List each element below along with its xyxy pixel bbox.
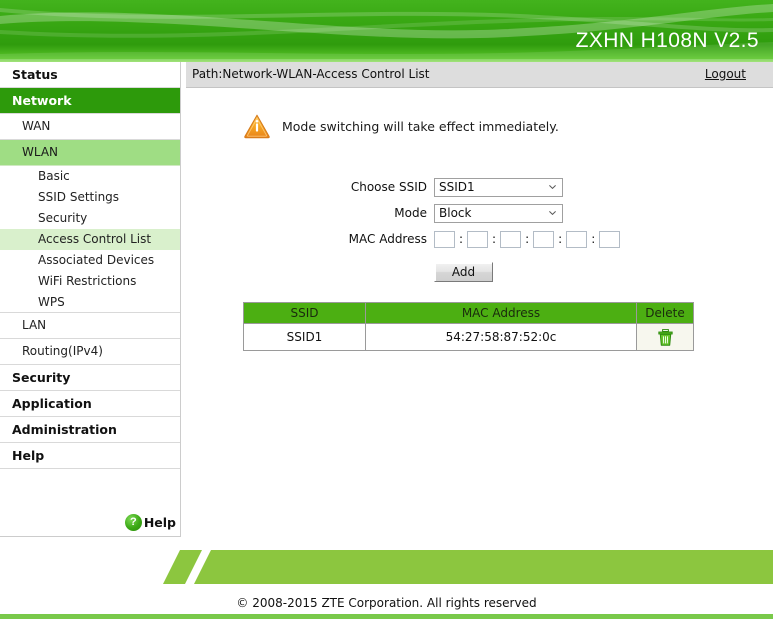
sidebar-item-label: Administration: [12, 422, 117, 437]
column-header-mac: MAC Address: [365, 302, 637, 324]
mode-row: Mode Block: [186, 200, 773, 226]
mac-octet-3[interactable]: [500, 230, 522, 248]
mac-octet-5[interactable]: [566, 230, 588, 248]
cell-mac: 54:27:58:87:52:0c: [365, 323, 637, 351]
help-link-label: Help: [143, 514, 176, 530]
sidebar-item-basic[interactable]: Basic: [0, 166, 180, 187]
choose-ssid-select[interactable]: SSID1: [434, 177, 563, 197]
sidebar-item-label: WLAN: [22, 145, 59, 159]
sidebar-item-network[interactable]: Network: [0, 88, 180, 114]
notice-banner: Mode switching will take effect immediat…: [243, 112, 559, 140]
sidebar-item-lan[interactable]: LAN: [0, 313, 180, 339]
product-title: ZXHN H108N V2.5: [575, 29, 759, 52]
sidebar-item-label: Status: [12, 67, 58, 82]
sidebar-item-label: Access Control List: [38, 232, 152, 246]
footer-band-decoration: [163, 550, 773, 584]
table-header-row: SSID MAC Address Delete: [243, 302, 694, 324]
sidebar-item-label: LAN: [22, 318, 47, 332]
footer-rule: [0, 614, 773, 619]
sidebar-item-help[interactable]: Help: [0, 443, 180, 469]
sidebar-item-label: Application: [12, 396, 92, 411]
acl-form: Choose SSID SSID1 Mode Block MAC Address: [186, 174, 773, 287]
sidebar-item-label: Network: [12, 93, 72, 108]
page-footer: © 2008-2015 ZTE Corporation. All rights …: [0, 537, 773, 619]
mode-select[interactable]: Block: [434, 203, 563, 223]
sidebar-item-label: Basic: [38, 169, 70, 183]
logout-link[interactable]: Logout: [705, 67, 746, 81]
sidebar-item-access-control-list[interactable]: Access Control List: [0, 229, 180, 250]
choose-ssid-row: Choose SSID SSID1: [186, 174, 773, 200]
sidebar-item-label: SSID Settings: [38, 190, 120, 204]
help-link[interactable]: ? Help: [0, 502, 180, 542]
sidebar-spacer: [0, 469, 180, 502]
sidebar-item-ssid-settings[interactable]: SSID Settings: [0, 187, 180, 208]
add-button-row: Add: [186, 252, 773, 287]
choose-ssid-label: Choose SSID: [350, 180, 427, 194]
sidebar-item-application[interactable]: Application: [0, 391, 180, 417]
sidebar-item-status[interactable]: Status: [0, 62, 180, 88]
notice-text: Mode switching will take effect immediat…: [282, 118, 559, 134]
mac-address-label: MAC Address: [348, 232, 427, 246]
sidebar-item-routing-ipv4[interactable]: Routing(IPv4): [0, 339, 180, 365]
mac-separator: :: [591, 232, 596, 246]
mode-label: Mode: [394, 206, 427, 220]
sidebar-item-label: Help: [12, 448, 45, 463]
mac-separator: :: [525, 232, 530, 246]
mac-octet-4[interactable]: [533, 230, 555, 248]
access-control-list-table: SSID MAC Address Delete SSID1 54:27:58:8…: [243, 302, 694, 351]
sidebar: Status Network WAN WLAN Basic SSID Setti…: [0, 62, 181, 537]
sidebar-item-wlan-security[interactable]: Security: [0, 208, 180, 229]
mac-separator: :: [558, 232, 563, 246]
mac-octet-6[interactable]: [599, 230, 621, 248]
mac-address-field-group: : : : : :: [434, 230, 621, 248]
cell-delete: [636, 323, 694, 351]
mac-octet-2[interactable]: [467, 230, 489, 248]
table-row: SSID1 54:27:58:87:52:0c: [243, 323, 694, 351]
add-button[interactable]: Add: [434, 262, 493, 282]
sidebar-item-wan[interactable]: WAN: [0, 114, 180, 140]
trash-icon[interactable]: [657, 328, 673, 346]
question-mark-icon: ?: [124, 513, 142, 531]
sidebar-item-wlan[interactable]: WLAN: [0, 140, 180, 166]
sidebar-item-administration[interactable]: Administration: [0, 417, 180, 443]
mode-value: Block: [439, 205, 472, 220]
sidebar-item-label: Associated Devices: [38, 253, 155, 267]
sidebar-item-associated-devices[interactable]: Associated Devices: [0, 250, 180, 271]
sidebar-item-label: Security: [12, 370, 71, 385]
path-bar: Path:Network-WLAN-Access Control List Lo…: [186, 62, 773, 88]
cell-ssid: SSID1: [243, 323, 366, 351]
sidebar-item-security[interactable]: Security: [0, 365, 180, 391]
sidebar-item-wps[interactable]: WPS: [0, 292, 180, 313]
breadcrumb: Path:Network-WLAN-Access Control List: [192, 67, 430, 81]
page-header: ZXHN H108N V2.5: [0, 0, 773, 62]
column-header-delete: Delete: [636, 302, 694, 324]
choose-ssid-value: SSID1: [439, 179, 475, 194]
sidebar-item-wifi-restrictions[interactable]: WiFi Restrictions: [0, 271, 180, 292]
sidebar-item-label: WAN: [22, 119, 51, 133]
sidebar-item-label: WPS: [38, 295, 65, 309]
chevron-down-icon: [549, 210, 556, 215]
sidebar-item-label: Routing(IPv4): [22, 344, 103, 358]
mac-octet-1[interactable]: [434, 230, 455, 248]
mac-separator: :: [459, 232, 464, 246]
chevron-down-icon: [549, 184, 556, 189]
copyright-text: © 2008-2015 ZTE Corporation. All rights …: [236, 596, 537, 610]
column-header-ssid: SSID: [243, 302, 366, 324]
warning-icon: [243, 112, 271, 140]
mac-address-row: MAC Address : : : : :: [186, 226, 773, 252]
sidebar-item-label: Security: [38, 211, 88, 225]
mac-separator: :: [492, 232, 497, 246]
sidebar-item-label: WiFi Restrictions: [38, 274, 137, 288]
main-content: Path:Network-WLAN-Access Control List Lo…: [186, 62, 773, 537]
